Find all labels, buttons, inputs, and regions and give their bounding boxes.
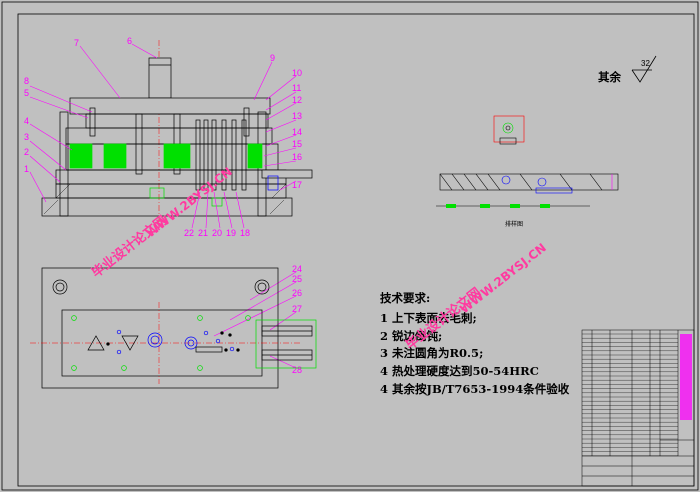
part-label-4: 4 [24, 116, 29, 126]
part-label-19: 19 [226, 228, 236, 238]
round-punch-blue [147, 332, 163, 348]
part-label-21: 21 [198, 228, 208, 238]
guide-hole-top-left [52, 279, 68, 295]
part-label-5: 5 [24, 88, 29, 98]
part-label-24: 24 [292, 264, 302, 274]
parts-list-rows [582, 333, 678, 456]
strip-layout [436, 173, 619, 208]
watermarks: 毕业设计论文网 WWW.2BYSJ.CN 毕业设计论文网 WWW.2BYSJ.C… [89, 164, 549, 353]
part-label-8: 8 [24, 76, 29, 86]
tech-req-item-2-num: 2 [380, 329, 388, 343]
part-label-17: 17 [292, 180, 302, 190]
tech-req-item-3-text: 未注圆角为R0.5; [391, 346, 483, 360]
part-label-22: 22 [184, 228, 194, 238]
part-label-26: 26 [292, 288, 302, 298]
part-label-14: 14 [292, 127, 302, 137]
tech-req-item-3-num: 3 [380, 346, 388, 360]
watermark-url-2: WWW.2BYSJ.CN [457, 240, 549, 316]
part-label-1: 1 [24, 164, 29, 174]
part-label-6: 6 [127, 36, 132, 46]
outer-frame [1, 1, 699, 491]
tech-req-item-1-num: 1 [380, 311, 388, 325]
part-label-11: 11 [292, 83, 301, 93]
part-label-13: 13 [292, 111, 302, 121]
part-label-2: 2 [24, 147, 29, 157]
feed-guide [255, 319, 317, 369]
part-label-28: 28 [292, 365, 302, 375]
part-label-12: 12 [292, 95, 302, 105]
roughness-symbol: 其余 32 [598, 55, 657, 84]
part-label-25: 25 [292, 274, 302, 284]
part-label-9: 9 [270, 53, 275, 63]
tech-req-title: 技术要求: [380, 291, 430, 305]
tech-req-item-5-text: 其余按JB/T7653-1994条件验收 [392, 382, 570, 396]
part-label-10: 10 [292, 68, 302, 78]
section-view [41, 40, 313, 225]
part-label-7: 7 [74, 38, 79, 48]
tech-req-item-5-num: 4 [380, 382, 388, 396]
part-label-3: 3 [24, 132, 29, 142]
part-label-20: 20 [212, 228, 222, 238]
guide-hole-top-right [254, 279, 270, 295]
part-detail-view [493, 115, 525, 145]
strip-caption: 排样图 [505, 220, 523, 228]
parts-list-table [581, 329, 695, 487]
cad-drawing-sheet: 8 5 4 3 2 1 7 6 9 10 11 12 13 14 15 16 1… [1, 1, 699, 491]
tech-req-item-4-text: 热处理硬度达到50-54HRC [392, 364, 539, 378]
roughness-value: 32 [641, 59, 650, 68]
roughness-prefix: 其余 [598, 70, 621, 84]
part-label-18: 18 [240, 228, 250, 238]
part-label-15: 15 [292, 139, 302, 149]
tech-req-item-4-num: 4 [380, 364, 388, 378]
part-label-16: 16 [292, 152, 302, 162]
parts-list-magenta-strip [680, 334, 692, 420]
part-label-27: 27 [292, 304, 302, 314]
